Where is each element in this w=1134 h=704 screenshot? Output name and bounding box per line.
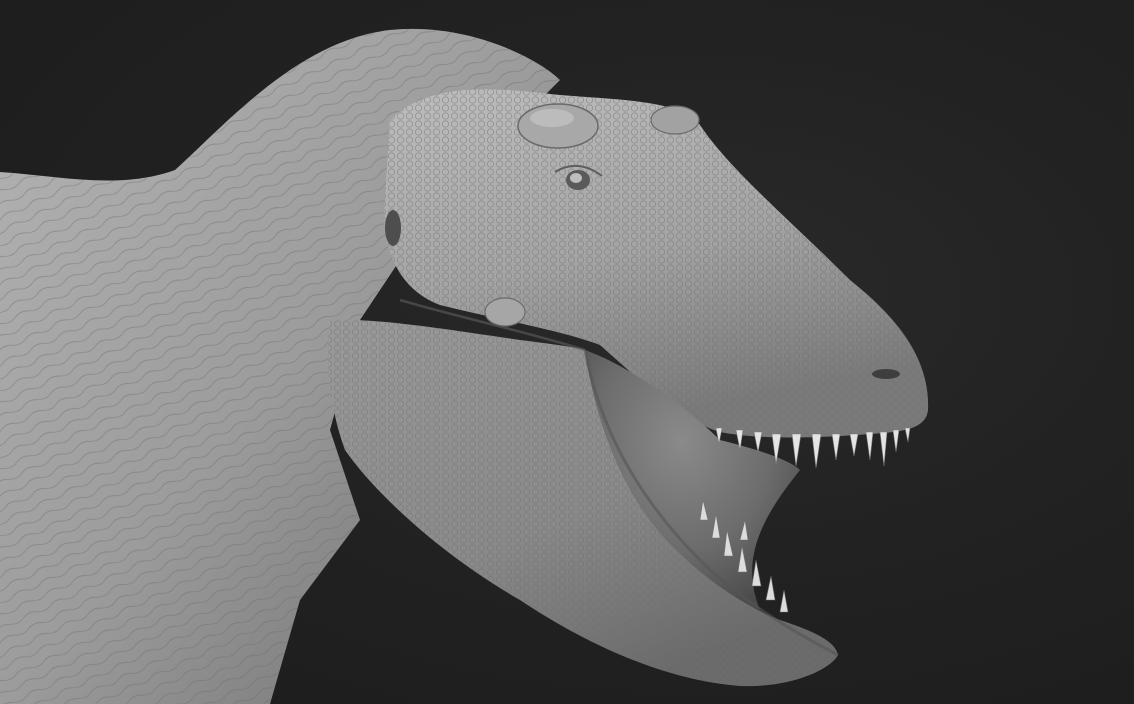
nostril — [872, 369, 900, 379]
ear-hole — [385, 210, 401, 246]
cheek-lump — [484, 297, 526, 327]
rear-horn — [650, 105, 700, 135]
render-viewport — [0, 0, 1134, 704]
dinosaur-sculpt-image — [0, 28, 929, 704]
